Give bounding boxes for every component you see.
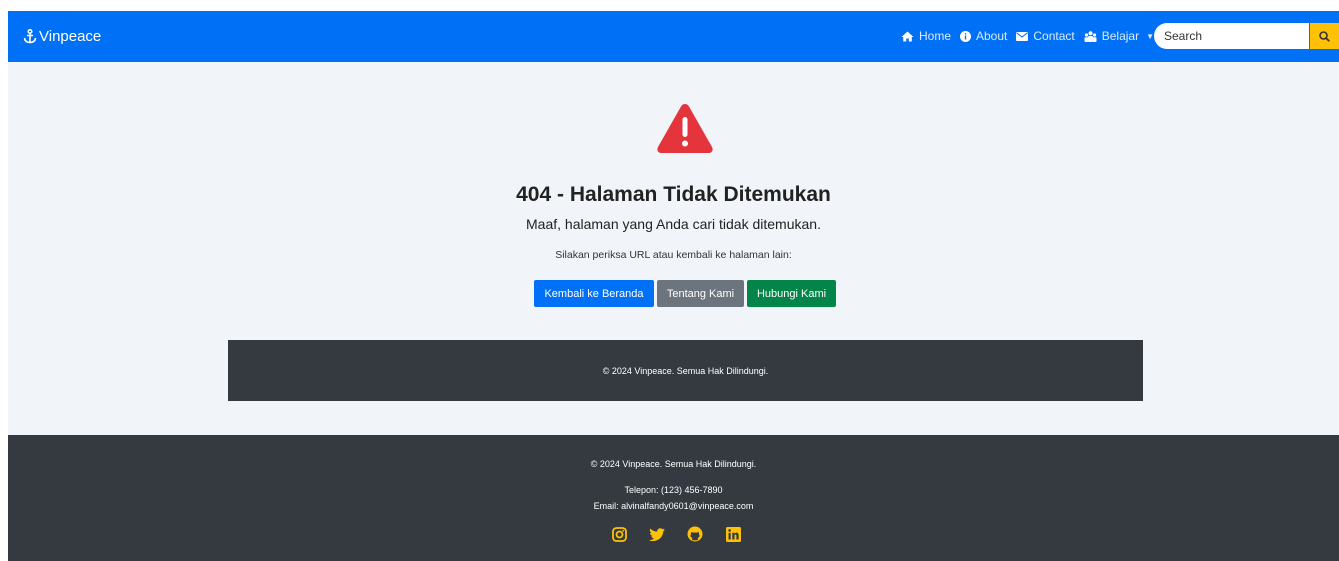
footer-copyright: © 2024 Vinpeace. Semua Hak Dilindungi. <box>590 459 757 469</box>
linkedin-link[interactable] <box>725 526 741 542</box>
linkedin-icon <box>725 526 741 542</box>
footer-email: Email: alvinalfandy0601@vinpeace.com <box>593 501 754 511</box>
inner-footer: © 2024 Vinpeace. Semua Hak Dilindungi. <box>228 340 1143 401</box>
main-footer: © 2024 Vinpeace. Semua Hak Dilindungi. T… <box>8 435 1339 561</box>
footer-phone: Telepon: (123) 456-7890 <box>624 485 723 495</box>
github-icon <box>687 526 703 542</box>
nav-contact[interactable]: Contact <box>1016 29 1075 43</box>
error-actions: Kembali ke Beranda Tentang Kami Hubungi … <box>534 280 836 307</box>
twitter-link[interactable] <box>649 526 665 542</box>
error-hint: Silakan periksa URL atau kembali ke hala… <box>555 249 792 261</box>
twitter-icon <box>649 527 665 541</box>
nav-home[interactable]: Home <box>901 29 951 43</box>
social-links <box>611 526 741 542</box>
search-icon <box>1319 30 1330 42</box>
error-title: 404 - Halaman Tidak Ditemukan <box>516 183 831 206</box>
nav-home-label: Home <box>918 29 951 43</box>
anchor-icon <box>23 29 37 44</box>
warning-triangle-icon <box>657 104 713 153</box>
home-icon <box>901 31 914 41</box>
instagram-link[interactable] <box>611 526 627 542</box>
brand-link[interactable]: Vinpeace <box>23 28 101 45</box>
navbar: Vinpeace Home About Contact Belajar ▼ Se… <box>8 11 1339 62</box>
brand-name: Vinpeace <box>39 28 102 45</box>
nav-links: Home About Contact Belajar ▼ <box>901 29 1154 43</box>
nav-belajar-label: Belajar <box>1101 29 1140 43</box>
search-input[interactable] <box>1154 23 1309 49</box>
nav-contact-label: Contact <box>1033 29 1075 43</box>
inner-footer-copyright: © 2024 Vinpeace. Semua Hak Dilindungi. <box>602 365 769 376</box>
envelope-icon <box>1016 31 1029 41</box>
instagram-icon <box>611 526 627 542</box>
error-subtitle: Maaf, halaman yang Anda cari tidak ditem… <box>526 216 821 232</box>
nav-about[interactable]: About <box>960 29 1007 43</box>
people-icon <box>1084 30 1097 42</box>
nav-belajar-dropdown[interactable]: Belajar ▼ <box>1084 29 1154 43</box>
caret-down-icon: ▼ <box>1146 31 1154 41</box>
nav-about-label: About <box>976 29 1008 43</box>
back-home-button[interactable]: Kembali ke Beranda <box>534 280 654 307</box>
search-button[interactable] <box>1310 23 1339 49</box>
github-link[interactable] <box>687 526 703 542</box>
about-us-button[interactable]: Tentang Kami <box>657 280 744 307</box>
contact-us-button[interactable]: Hubungi Kami <box>747 280 836 307</box>
page: Vinpeace Home About Contact Belajar ▼ Se… <box>8 11 1339 561</box>
info-icon <box>960 30 971 42</box>
